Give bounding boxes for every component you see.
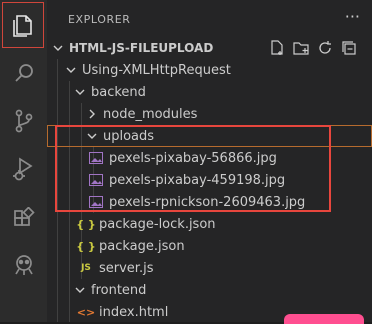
explorer-toolbar — [267, 38, 359, 58]
more-actions-icon[interactable]: ··· — [345, 7, 360, 26]
file-row[interactable]: JS server.js — [47, 257, 372, 279]
folder-frontend[interactable]: frontend — [47, 279, 372, 301]
file-row[interactable]: { } package.json — [47, 235, 372, 257]
file-label: server.js — [99, 260, 154, 276]
overlay-badge — [284, 314, 364, 324]
activity-bar — [0, 0, 47, 322]
folder-uploads[interactable]: uploads — [47, 125, 372, 147]
chevron-down-icon — [73, 87, 87, 97]
file-label: package-lock.json — [99, 216, 216, 232]
collapse-all-icon[interactable] — [339, 38, 359, 58]
explorer-icon[interactable] — [2, 2, 44, 48]
file-row[interactable]: pexels-rpnickson-2609463.jpg — [47, 191, 372, 213]
new-file-icon[interactable] — [267, 38, 287, 58]
folder-label: backend — [91, 84, 146, 100]
folder-label: node_modules — [103, 106, 198, 122]
file-row[interactable]: pexels-pixabay-459198.jpg — [47, 169, 372, 191]
search-icon[interactable] — [0, 50, 47, 96]
explorer-sidebar: EXPLORER ··· HTML-JS-FILEUPLOAD Using-XM… — [47, 0, 372, 322]
html-file-icon: <> — [76, 305, 96, 319]
file-label: pexels-pixabay-56866.jpg — [109, 150, 277, 166]
file-row[interactable]: pexels-pixabay-56866.jpg — [47, 147, 372, 169]
run-debug-icon[interactable] — [0, 146, 47, 192]
file-row[interactable]: { } package-lock.json — [47, 213, 372, 235]
folder-backend[interactable]: backend — [47, 81, 372, 103]
folder-label: uploads — [103, 128, 155, 144]
source-control-icon[interactable] — [0, 98, 47, 144]
folder-node-modules[interactable]: node_modules — [47, 103, 372, 125]
folder-label: frontend — [91, 282, 147, 298]
file-label: pexels-pixabay-459198.jpg — [109, 172, 286, 188]
json-file-icon: { } — [76, 217, 96, 231]
file-label: pexels-rpnickson-2609463.jpg — [109, 194, 306, 210]
new-folder-icon[interactable] — [291, 38, 311, 58]
chevron-down-icon — [51, 43, 65, 53]
refresh-icon[interactable] — [315, 38, 335, 58]
project-header[interactable]: HTML-JS-FILEUPLOAD — [47, 37, 372, 59]
chevron-down-icon — [73, 285, 87, 295]
file-label: index.html — [99, 304, 169, 320]
image-file-icon — [88, 195, 104, 209]
extensions-icon[interactable] — [0, 196, 47, 242]
chevron-down-icon — [64, 65, 78, 75]
remote-icon[interactable] — [0, 242, 47, 288]
chevron-down-icon — [85, 131, 99, 141]
project-name: HTML-JS-FILEUPLOAD — [69, 41, 214, 55]
image-file-icon — [88, 173, 104, 187]
file-label: package.json — [99, 238, 185, 254]
js-file-icon: JS — [81, 263, 91, 273]
folder-label: Using-XMLHttpRequest — [82, 62, 231, 78]
image-file-icon — [88, 151, 104, 165]
json-file-icon: { } — [76, 239, 96, 253]
sidebar-title: EXPLORER — [68, 13, 131, 26]
folder-using-xmlhttprequest[interactable]: Using-XMLHttpRequest — [47, 59, 372, 81]
chevron-right-icon — [85, 109, 99, 119]
